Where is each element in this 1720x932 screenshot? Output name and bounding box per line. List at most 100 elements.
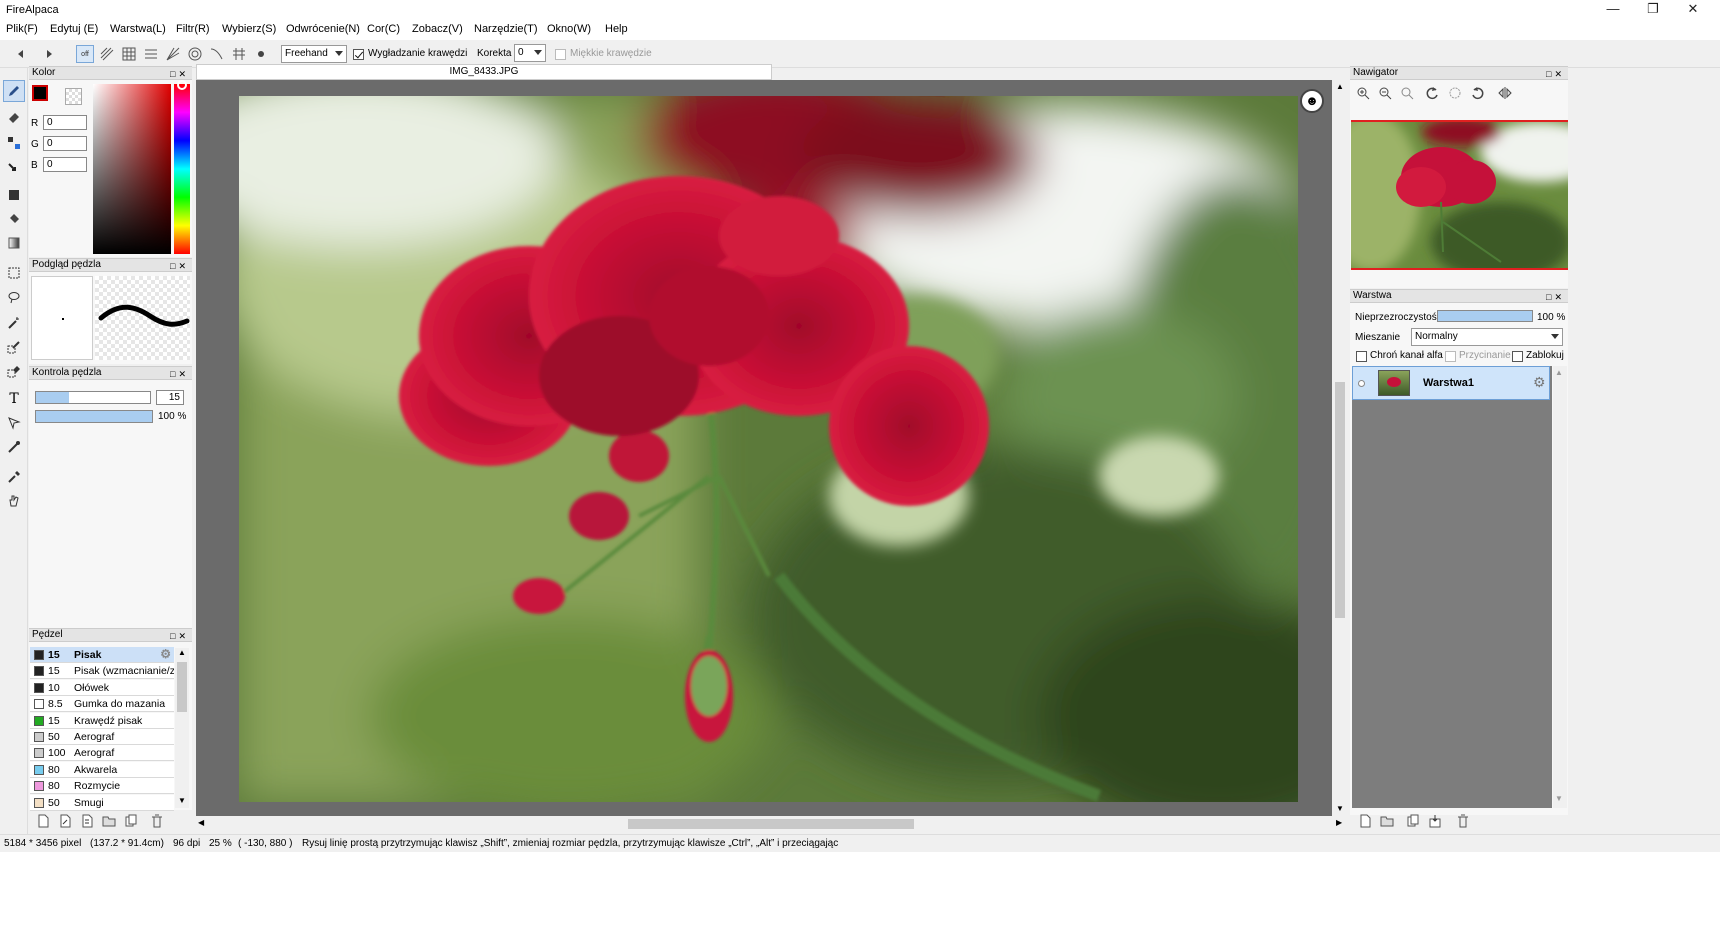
undo-icon[interactable] xyxy=(12,45,30,63)
snap-settings-icon[interactable] xyxy=(252,45,270,63)
panel-float-close-icons[interactable]: □✕ xyxy=(1546,291,1565,303)
new-layer-icon[interactable] xyxy=(1358,814,1372,831)
snap-3d-icon[interactable] xyxy=(230,45,248,63)
brush-mode-select[interactable]: Freehand xyxy=(281,45,347,63)
brush-size-field[interactable]: 15 xyxy=(156,390,184,405)
brush-list-scrollbar[interactable]: ▲ ▼ xyxy=(175,648,189,808)
duplicate-layer-icon[interactable] xyxy=(1406,814,1420,831)
zoom-in-icon[interactable] xyxy=(1356,86,1370,103)
brush-list-item[interactable]: 50 Aerograf xyxy=(30,729,174,745)
blur-tool-icon[interactable] xyxy=(3,436,25,458)
snap-grid-icon[interactable] xyxy=(120,45,138,63)
menu-edit[interactable]: Edytuj (E) xyxy=(50,23,98,35)
hand-tool-icon[interactable] xyxy=(3,490,25,512)
gradient-tool-icon[interactable] xyxy=(3,232,25,254)
brush-list-item[interactable]: 80 Akwarela xyxy=(30,761,174,778)
lock-checkbox[interactable] xyxy=(1512,351,1523,362)
select-pen-icon[interactable] xyxy=(3,336,25,358)
pen-tool-icon[interactable] xyxy=(3,80,25,102)
panel-float-close-icons[interactable]: □✕ xyxy=(170,368,189,380)
dot-tool-icon[interactable] xyxy=(3,132,25,154)
layer-settings-gear-icon[interactable]: ⚙ xyxy=(1533,374,1546,391)
text-tool-icon[interactable]: T xyxy=(3,388,25,410)
zoom-reset-icon[interactable] xyxy=(1400,86,1414,103)
snap-off-icon[interactable]: off xyxy=(76,45,94,63)
document-tab[interactable]: IMG_8433.JPG xyxy=(196,64,772,80)
snap-concentric-icon[interactable] xyxy=(186,45,204,63)
rotate-left-icon[interactable] xyxy=(1426,86,1440,103)
restore-button[interactable]: ❐ xyxy=(1636,0,1670,20)
brush-list-item[interactable]: 100 Aerograf xyxy=(30,745,174,762)
select-eraser-icon[interactable] xyxy=(3,360,25,382)
mascot-icon[interactable]: ☻ xyxy=(1300,89,1324,113)
operation-tool-icon[interactable] xyxy=(3,412,25,434)
brush-size-slider[interactable] xyxy=(35,391,151,404)
brush-list-item[interactable]: 8.5 Gumka do mazania xyxy=(30,696,174,713)
menu-filter[interactable]: Filtr(R) xyxy=(176,23,210,35)
layer-list-scrollbar[interactable]: ▲ ▼ xyxy=(1553,366,1567,808)
canvas-vertical-scrollbar[interactable]: ▲ ▼ xyxy=(1332,80,1348,816)
panel-float-close-icons[interactable]: □✕ xyxy=(170,260,189,272)
layer-opacity-slider[interactable] xyxy=(1437,310,1533,322)
menu-window[interactable]: Okno(W) xyxy=(547,23,591,35)
brush-settings-gear-icon[interactable]: ⚙ xyxy=(160,647,171,661)
rotate-reset-icon[interactable] xyxy=(1448,86,1462,103)
bucket-tool-icon[interactable] xyxy=(3,208,25,230)
minimize-button[interactable]: — xyxy=(1596,0,1630,20)
brush-list-item[interactable]: 15 Krawędź pisak xyxy=(30,712,174,729)
canvas-image[interactable] xyxy=(239,96,1298,802)
correction-select[interactable]: 0 xyxy=(514,44,546,62)
redo-icon[interactable] xyxy=(40,45,58,63)
panel-float-close-icons[interactable]: □✕ xyxy=(170,630,189,642)
menu-layer[interactable]: Warstwa(L) xyxy=(110,23,166,35)
visibility-icon[interactable] xyxy=(1358,380,1365,387)
navigator-thumbnail[interactable] xyxy=(1351,120,1568,270)
menu-view[interactable]: Zobacz(V) xyxy=(412,23,463,35)
menu-help[interactable]: Help xyxy=(605,23,628,35)
layer-row[interactable]: Warstwa1 ⚙ xyxy=(1352,366,1550,400)
zoom-out-icon[interactable] xyxy=(1378,86,1392,103)
protect-alpha-checkbox[interactable] xyxy=(1356,351,1367,362)
saturation-value-picker[interactable] xyxy=(93,84,171,254)
rectangle-fill-icon[interactable] xyxy=(3,184,25,206)
clipping-checkbox[interactable] xyxy=(1445,351,1456,362)
new-folder-icon[interactable] xyxy=(1380,814,1394,831)
close-button[interactable]: ✕ xyxy=(1676,0,1710,20)
brush-list-item[interactable]: 15 Pisak ⚙ xyxy=(30,647,174,663)
green-field[interactable]: 0 xyxy=(43,136,87,151)
antialias-checkbox[interactable] xyxy=(353,49,364,60)
select-tool-icon[interactable] xyxy=(3,262,25,284)
rotate-right-icon[interactable] xyxy=(1470,86,1484,103)
snap-curve-icon[interactable] xyxy=(208,45,226,63)
brush-list-item[interactable]: 15 Pisak (wzmacnianie/zan xyxy=(30,663,174,680)
copy-brush-icon[interactable] xyxy=(124,814,138,831)
red-field[interactable]: 0 xyxy=(43,115,87,130)
primary-color-swatch[interactable] xyxy=(32,85,48,101)
flip-horizontal-icon[interactable] xyxy=(1498,86,1512,103)
snap-perspective-icon[interactable] xyxy=(164,45,182,63)
eyedropper-tool-icon[interactable] xyxy=(3,466,25,488)
delete-brush-icon[interactable] xyxy=(150,814,164,831)
blend-mode-select[interactable]: Normalny xyxy=(1411,328,1563,346)
menu-flip[interactable]: Odwrócenie(N) xyxy=(286,23,360,35)
menu-tool[interactable]: Narzędzie(T) xyxy=(474,23,538,35)
hue-handle[interactable] xyxy=(177,80,187,90)
magic-wand-icon[interactable] xyxy=(3,312,25,334)
snap-parallel-icon[interactable] xyxy=(98,45,116,63)
eraser-tool-icon[interactable] xyxy=(3,106,25,128)
panel-float-close-icons[interactable]: □✕ xyxy=(170,68,189,80)
move-tool-icon[interactable] xyxy=(3,158,25,180)
hue-slider[interactable] xyxy=(174,84,190,254)
soft-edges-checkbox[interactable] xyxy=(555,49,566,60)
canvas-horizontal-scrollbar[interactable]: ◀ ▶ xyxy=(196,816,1348,832)
menu-color[interactable]: Cor(C) xyxy=(367,23,400,35)
folder-icon[interactable] xyxy=(102,814,116,831)
menu-select[interactable]: Wybierz(S) xyxy=(222,23,276,35)
brush-opacity-slider[interactable] xyxy=(35,410,153,423)
duplicate-brush-icon[interactable] xyxy=(80,814,94,831)
transparent-color-swatch[interactable] xyxy=(65,88,82,105)
panel-float-close-icons[interactable]: □✕ xyxy=(1546,68,1565,80)
lasso-tool-icon[interactable] xyxy=(3,286,25,308)
brush-list-item[interactable]: 80 Rozmycie xyxy=(30,778,174,795)
snap-cross-icon[interactable] xyxy=(142,45,160,63)
